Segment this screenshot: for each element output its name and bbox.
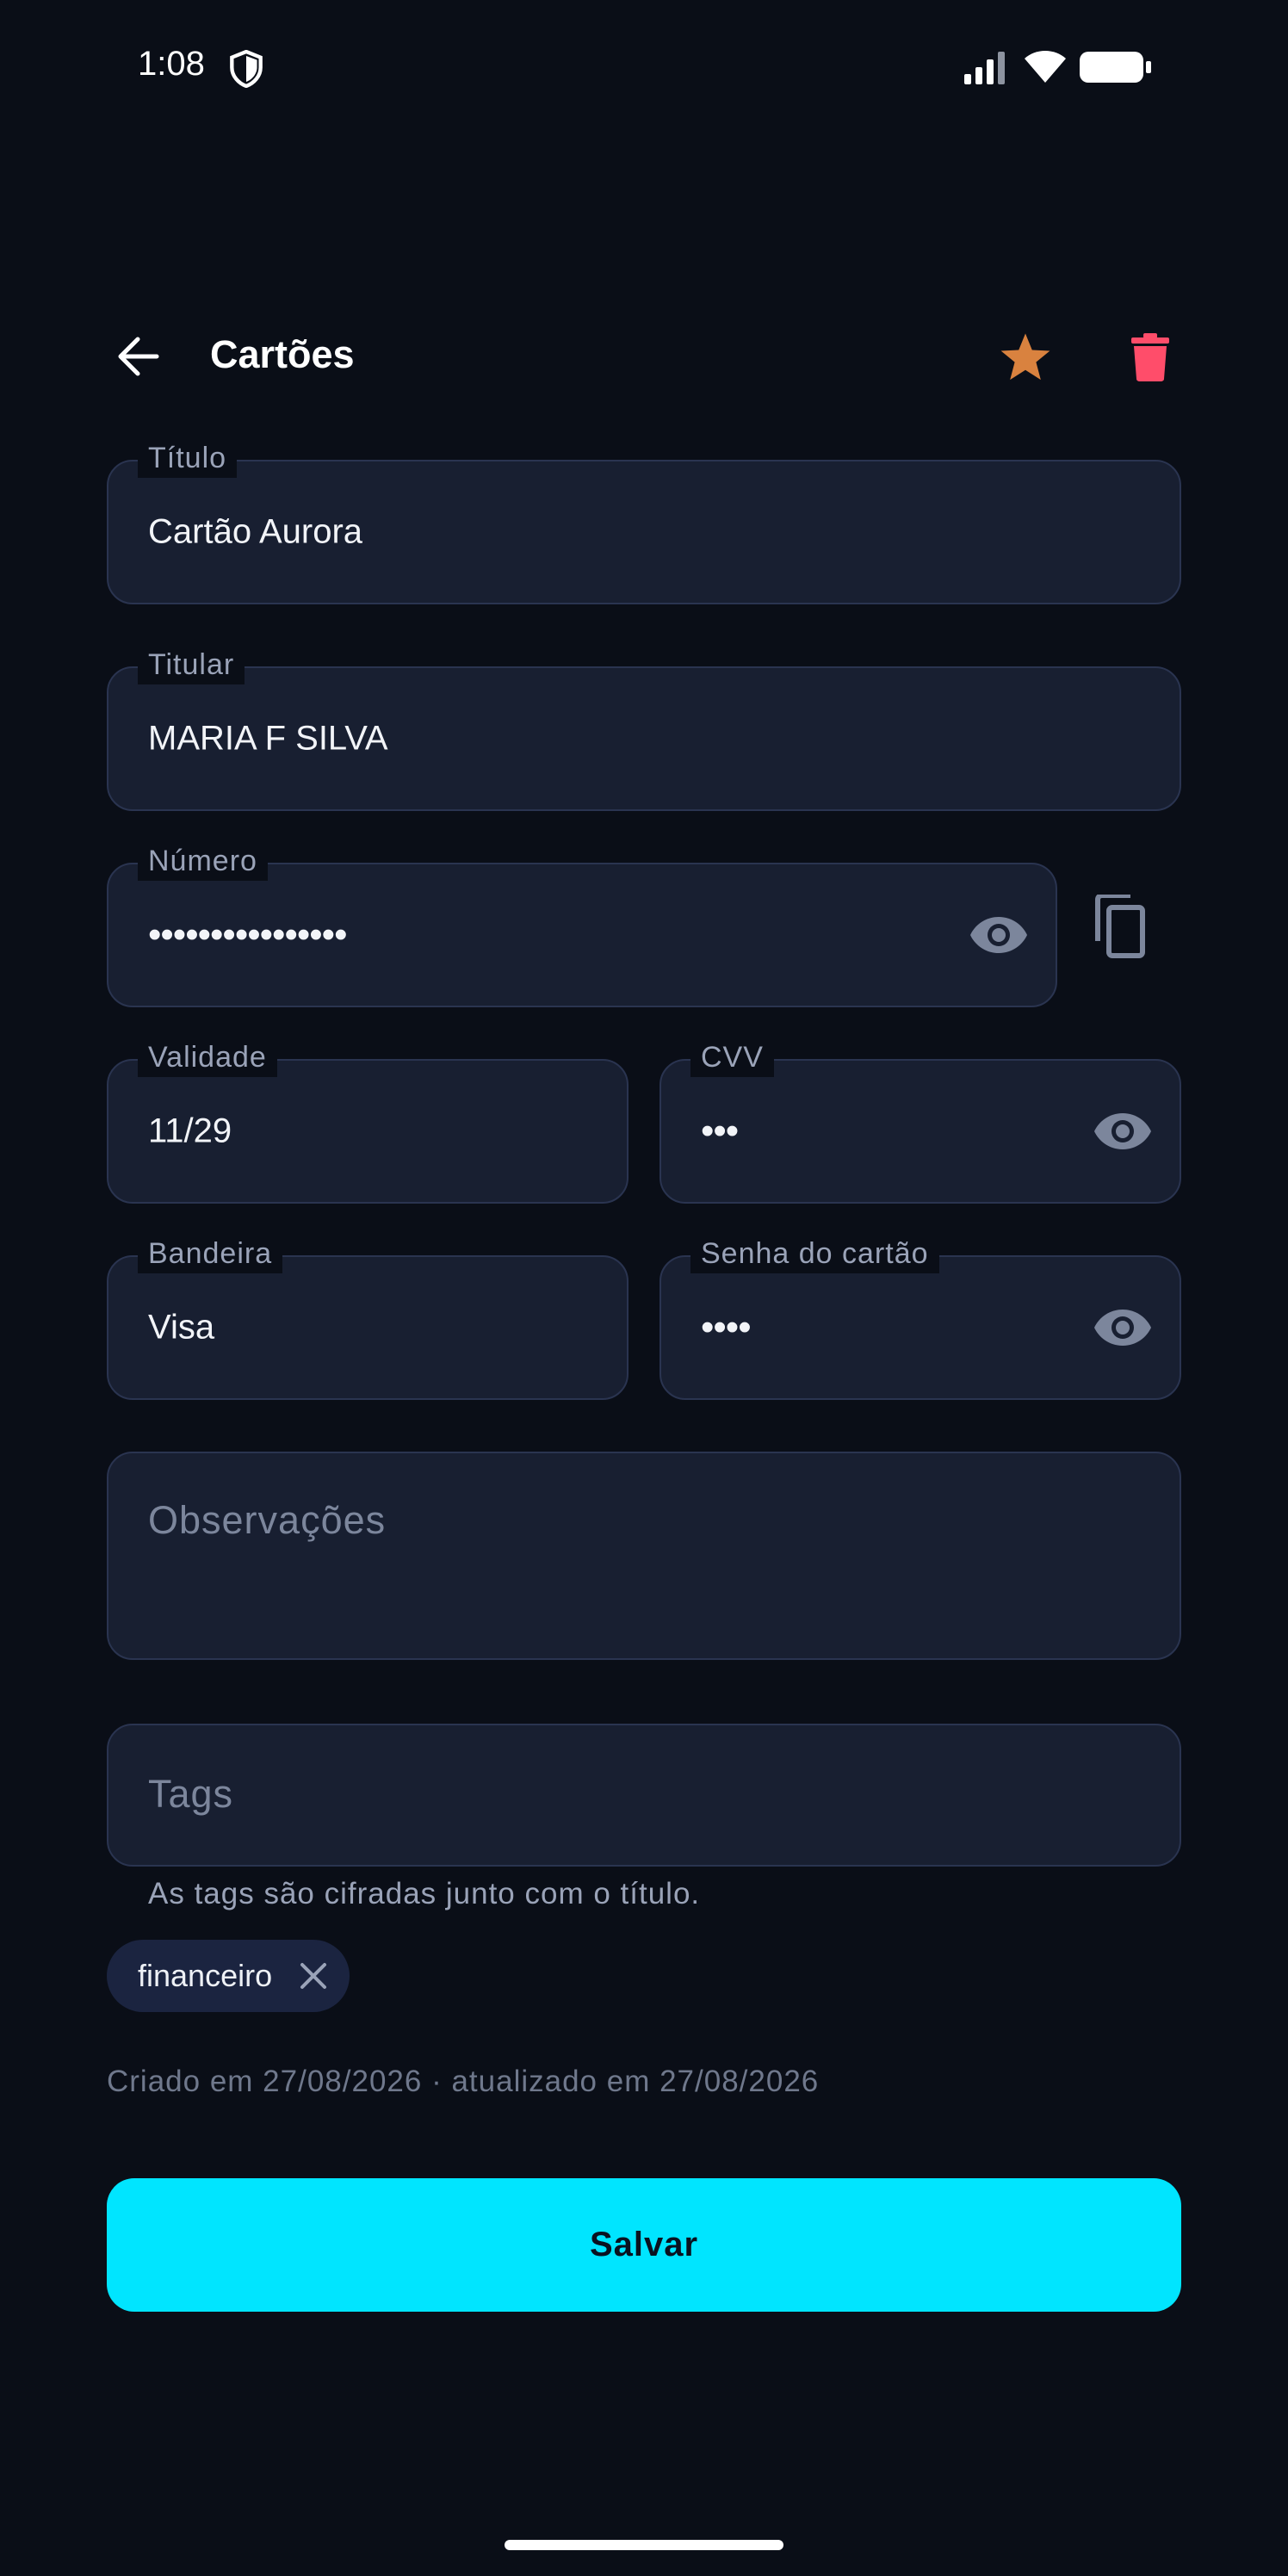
holder-field-label: Titular — [138, 645, 245, 684]
brand-field[interactable]: Bandeira Visa — [107, 1234, 629, 1400]
toggle-pin-visibility-button[interactable] — [1092, 1297, 1154, 1359]
brand-field-value: Visa — [148, 1308, 215, 1347]
expiry-field[interactable]: Validade 11/29 — [107, 1037, 629, 1204]
back-button[interactable] — [105, 324, 170, 389]
card-pin-field-label: Senha do cartão — [690, 1234, 939, 1273]
toggle-cvv-visibility-button[interactable] — [1092, 1100, 1154, 1162]
star-icon — [1000, 333, 1050, 381]
title-field-value: Cartão Aurora — [148, 512, 363, 551]
back-arrow-icon — [118, 337, 159, 376]
status-time: 1:08 — [138, 45, 205, 83]
eye-icon — [1094, 1310, 1151, 1346]
card-pin-field[interactable]: Senha do cartão •••• — [659, 1234, 1181, 1400]
signal-icon — [963, 50, 1007, 84]
tag-chip[interactable]: financeiro — [107, 1940, 350, 2012]
cvv-field-label: CVV — [690, 1037, 774, 1077]
notes-field[interactable]: Observações — [107, 1452, 1181, 1660]
home-indicator[interactable] — [505, 2540, 783, 2550]
trash-icon — [1131, 333, 1169, 381]
eye-icon — [1094, 1113, 1151, 1149]
delete-button[interactable] — [1118, 324, 1183, 391]
card-number-field[interactable]: Número •••••••••••••••• — [107, 841, 1057, 1007]
wifi-icon — [1023, 48, 1068, 84]
close-icon — [300, 1963, 326, 1989]
toggle-number-visibility-button[interactable] — [968, 904, 1030, 966]
favorite-button[interactable] — [992, 324, 1059, 391]
holder-field-value: MARIA F SILVA — [148, 719, 388, 758]
holder-field[interactable]: Titular MARIA F SILVA — [107, 645, 1181, 811]
notes-placeholder: Observações — [148, 1498, 387, 1542]
expiry-field-value: 11/29 — [148, 1112, 232, 1150]
copy-icon — [1095, 895, 1145, 958]
tags-placeholder: Tags — [148, 1772, 234, 1816]
card-number-field-label: Número — [138, 841, 268, 881]
page-title: Cartões — [210, 332, 355, 376]
save-button[interactable]: Salvar — [107, 2178, 1181, 2312]
cvv-field-value: ••• — [701, 1110, 739, 1152]
battery-icon — [1080, 50, 1152, 84]
tags-helper-text: As tags são cifradas junto com o título. — [148, 1877, 701, 1910]
title-field-label: Título — [138, 438, 238, 478]
tags-field[interactable]: Tags — [107, 1724, 1181, 1867]
card-number-field-value: •••••••••••••••• — [148, 913, 347, 956]
eye-icon — [970, 917, 1027, 953]
tag-chip-label: financeiro — [138, 1958, 273, 1993]
title-field[interactable]: Título Cartão Aurora — [107, 438, 1181, 604]
expiry-field-label: Validade — [138, 1037, 277, 1077]
cvv-field[interactable]: CVV ••• — [659, 1037, 1181, 1204]
card-pin-field-value: •••• — [701, 1306, 752, 1348]
timestamps-text: Criado em 27/08/2026 · atualizado em 27/… — [107, 2065, 820, 2098]
brand-field-label: Bandeira — [138, 1234, 283, 1273]
copy-number-button[interactable] — [1083, 890, 1155, 963]
shield-icon — [229, 49, 263, 89]
remove-tag-button[interactable] — [293, 1955, 334, 1997]
